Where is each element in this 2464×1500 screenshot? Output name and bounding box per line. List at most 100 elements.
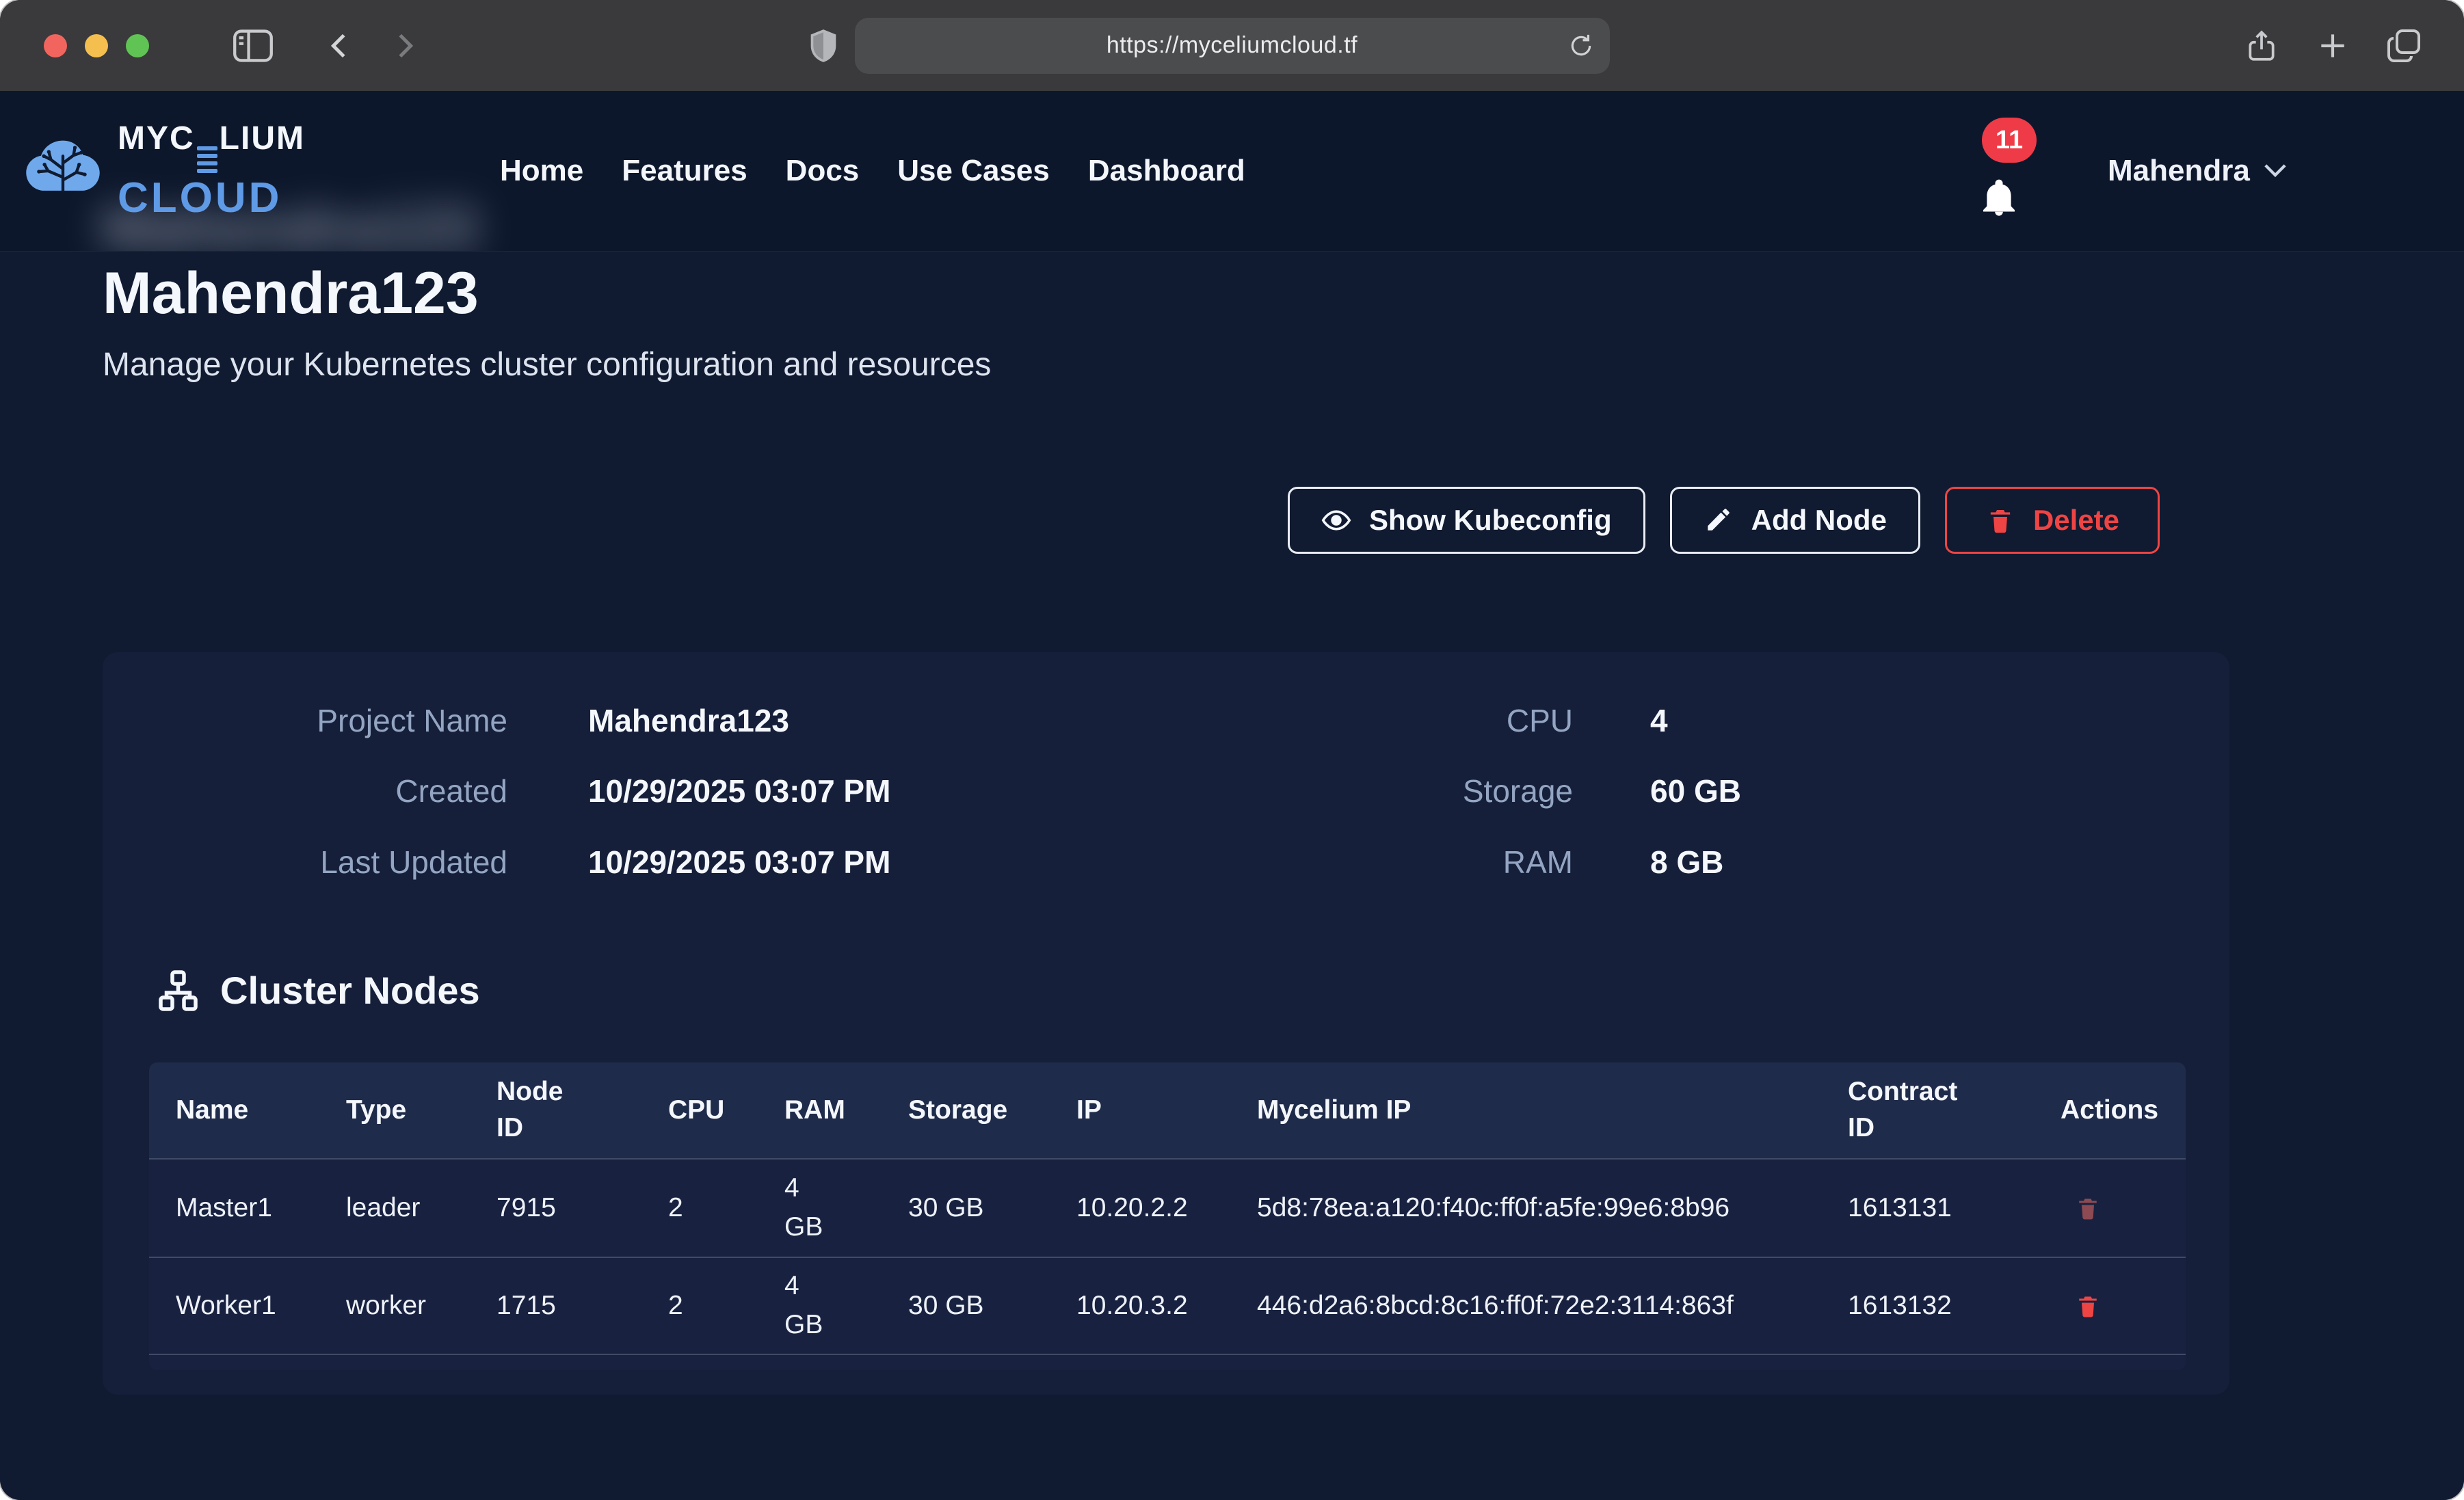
cell-actions xyxy=(2061,1193,2186,1223)
nav-item-home[interactable]: Home xyxy=(500,154,583,188)
logo-text-line1: MYCLIUM xyxy=(118,122,305,173)
delete-cluster-button[interactable]: Delete xyxy=(1945,487,2160,554)
info-value: 8 GB xyxy=(1650,844,1723,881)
cell-storage: 30 GB xyxy=(908,1287,1076,1326)
cell-ram: 4 GB xyxy=(784,1267,908,1344)
cluster-nodes-table: NameTypeNode IDCPURAMStorageIPMycelium I… xyxy=(149,1062,2186,1370)
table-row: Worker1 worker 1715 2 4 GB 30 GB 10.20.3… xyxy=(149,1257,2186,1355)
cluster-nodes-heading: Cluster Nodes xyxy=(156,968,480,1013)
trash-icon xyxy=(1985,505,2015,535)
column-header-actions: Actions xyxy=(2061,1093,2186,1129)
user-name: Mahendra xyxy=(2108,154,2250,188)
tab-overview-icon[interactable] xyxy=(2386,28,2422,64)
user-menu[interactable]: Mahendra xyxy=(2108,154,2287,188)
column-header-type: Type xyxy=(346,1093,496,1129)
cell-name: Worker1 xyxy=(176,1287,346,1326)
mycelium-cloud-logo-icon xyxy=(21,135,105,206)
logo-text-line2: CLOUD xyxy=(118,177,305,219)
cell-mycelium-ip: 446:d2a6:8bcd:8c16:ff0f:72e2:3114:863f xyxy=(1257,1287,1848,1326)
logo-text: MYCLIUM CLOUD xyxy=(118,122,305,219)
column-header-name: Name xyxy=(176,1093,346,1129)
notification-badge: 11 xyxy=(1982,118,2037,163)
cell-actions xyxy=(2061,1291,2186,1321)
cell-ram: 4 GB xyxy=(784,1169,908,1246)
cell-contract-id: 1613132 xyxy=(1848,1287,2061,1326)
chevron-down-icon xyxy=(2264,163,2287,179)
address-bar[interactable]: https://myceliumcloud.tf xyxy=(855,18,1610,74)
fullscreen-window-button[interactable] xyxy=(126,34,149,57)
info-row: CPU 4 xyxy=(103,702,2229,739)
back-icon[interactable] xyxy=(323,29,357,63)
window-controls xyxy=(44,34,149,57)
column-header-node-id: Node ID xyxy=(496,1074,668,1146)
page-title: Mahendra123 xyxy=(103,264,479,323)
network-nodes-icon xyxy=(156,969,200,1013)
share-icon[interactable] xyxy=(2244,28,2279,64)
delete-node-button[interactable] xyxy=(2061,1291,2100,1321)
column-header-contract-id: Contract ID xyxy=(1848,1074,2061,1146)
info-value: 4 xyxy=(1650,702,1668,739)
notifications-button[interactable]: 11 xyxy=(1970,116,2045,226)
column-header-cpu: CPU xyxy=(668,1093,784,1129)
cell-ip: 10.20.2.2 xyxy=(1076,1189,1257,1228)
trash-icon xyxy=(2076,1291,2100,1321)
trash-icon xyxy=(2076,1193,2100,1223)
browser-toolbar: https://myceliumcloud.tf xyxy=(0,0,2464,91)
forward-icon[interactable] xyxy=(387,29,421,63)
nav-item-use-cases[interactable]: Use Cases xyxy=(897,154,1050,188)
table-row: Master1 leader 7915 2 4 GB 30 GB 10.20.2… xyxy=(149,1158,2186,1257)
page-content: Mahendra123 Manage your Kubernetes clust… xyxy=(0,91,2464,1500)
column-header-ip: IP xyxy=(1076,1093,1257,1129)
show-kubeconfig-button[interactable]: Show Kubeconfig xyxy=(1288,487,1645,554)
cell-contract-id: 1613131 xyxy=(1848,1189,2061,1228)
column-header-storage: Storage xyxy=(908,1093,1076,1129)
bell-icon xyxy=(1979,176,2019,219)
table-header-row: NameTypeNode IDCPURAMStorageIPMycelium I… xyxy=(149,1062,2186,1158)
cell-storage: 30 GB xyxy=(908,1189,1076,1228)
cell-type: worker xyxy=(346,1287,496,1326)
column-header-ram: RAM xyxy=(784,1093,908,1129)
sidebar-toggle-icon[interactable] xyxy=(231,27,275,64)
table-body: Master1 leader 7915 2 4 GB 30 GB 10.20.2… xyxy=(149,1158,2186,1355)
cell-node-id: 7915 xyxy=(496,1189,668,1228)
cluster-nodes-title: Cluster Nodes xyxy=(220,968,480,1013)
cell-type: leader xyxy=(346,1189,496,1228)
page-subtitle: Manage your Kubernetes cluster configura… xyxy=(103,346,991,384)
cell-cpu: 2 xyxy=(668,1189,784,1228)
eye-icon xyxy=(1321,505,1351,535)
reload-icon[interactable] xyxy=(1567,32,1595,59)
info-row: Storage 60 GB xyxy=(103,773,2229,809)
info-row: RAM 8 GB xyxy=(103,844,2229,881)
nav-item-docs[interactable]: Docs xyxy=(786,154,860,188)
nav-item-dashboard[interactable]: Dashboard xyxy=(1088,154,1245,188)
delete-node-button[interactable] xyxy=(2061,1193,2100,1223)
info-label: RAM xyxy=(1334,844,1573,881)
add-node-button[interactable]: Add Node xyxy=(1670,487,1920,554)
delete-label: Delete xyxy=(2033,504,2119,537)
cluster-details-card: Project NameMahendra123Created10/29/2025… xyxy=(103,652,2229,1395)
info-label: Storage xyxy=(1334,773,1573,809)
add-node-label: Add Node xyxy=(1751,504,1887,537)
cell-node-id: 1715 xyxy=(496,1287,668,1326)
site-header: Mahendra123 xyxy=(0,91,2464,252)
cell-name: Master1 xyxy=(176,1189,346,1228)
info-value: 60 GB xyxy=(1650,773,1741,809)
nav-item-features[interactable]: Features xyxy=(622,154,747,188)
pencil-icon xyxy=(1704,505,1734,535)
cell-ip: 10.20.3.2 xyxy=(1076,1287,1257,1326)
show-kubeconfig-label: Show Kubeconfig xyxy=(1369,504,1612,537)
browser-window: https://myceliumcloud.tf Mahendra123 Man… xyxy=(0,0,2464,1500)
info-label: CPU xyxy=(1334,702,1573,739)
cell-mycelium-ip: 5d8:78ea:a120:f40c:ff0f:a5fe:99e6:8b96 xyxy=(1257,1189,1848,1228)
close-window-button[interactable] xyxy=(44,34,67,57)
browser-actions xyxy=(2244,28,2422,64)
logo[interactable]: MYCLIUM CLOUD xyxy=(21,122,305,219)
column-header-mycelium-ip: Mycelium IP xyxy=(1257,1093,1848,1129)
cell-cpu: 2 xyxy=(668,1287,784,1326)
cluster-actions-toolbar: Show Kubeconfig Add Node Delete xyxy=(1288,487,2160,554)
privacy-shield-icon xyxy=(808,28,838,64)
url-text: https://myceliumcloud.tf xyxy=(1107,32,1357,59)
new-tab-icon[interactable] xyxy=(2315,28,2350,64)
main-nav: Home Features Docs Use Cases Dashboard xyxy=(500,91,1245,251)
minimize-window-button[interactable] xyxy=(85,34,108,57)
